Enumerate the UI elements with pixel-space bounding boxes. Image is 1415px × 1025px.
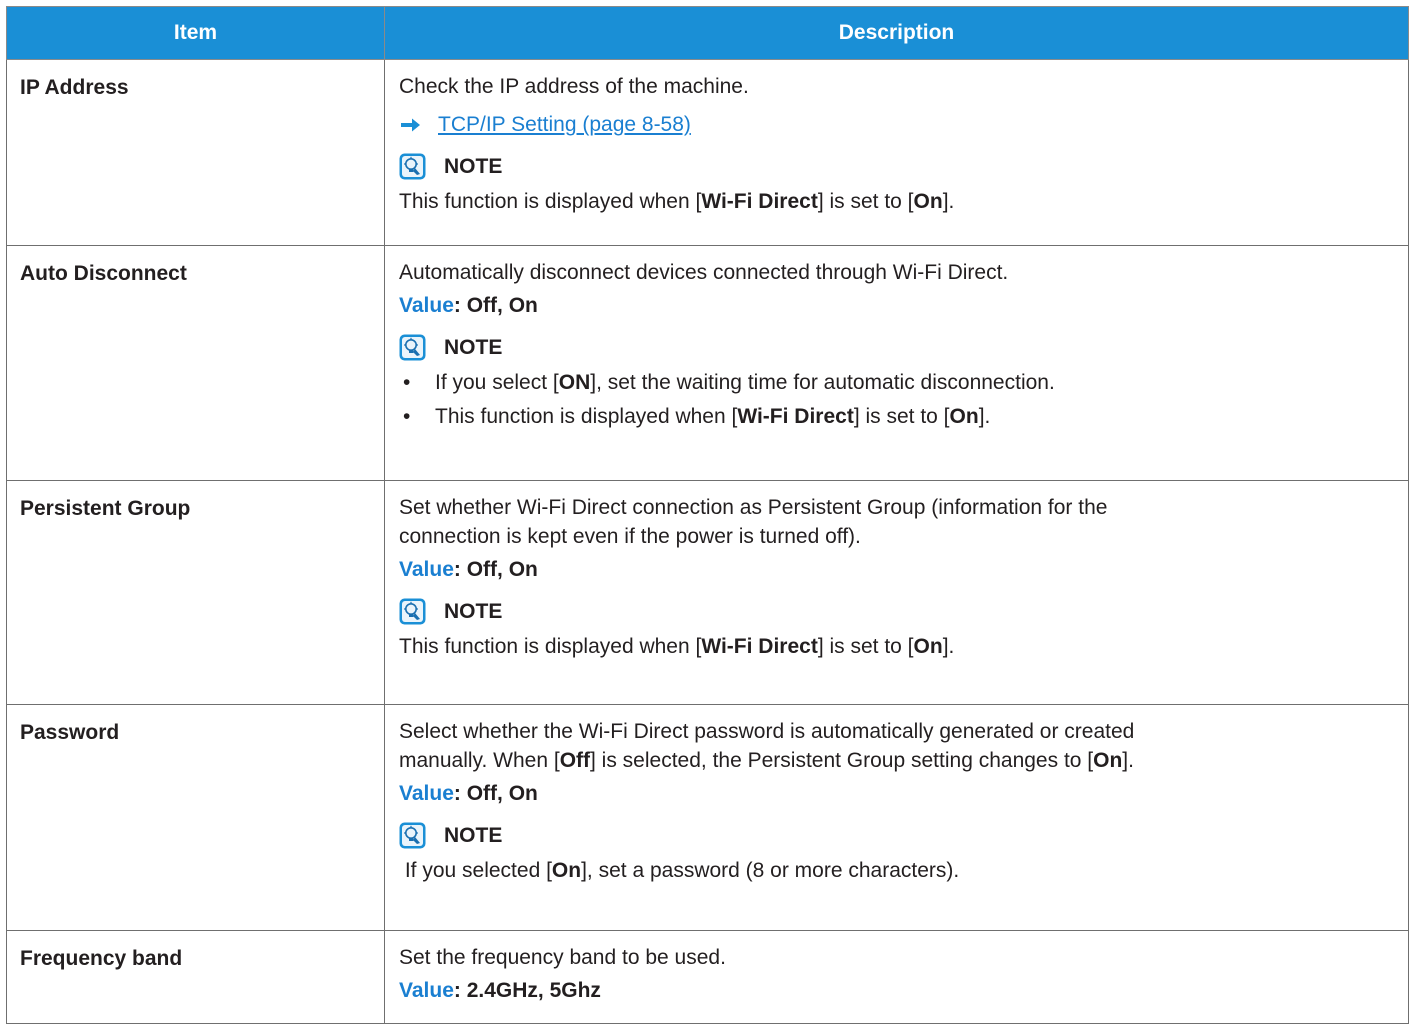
reference-line: TCP/IP Setting (page 8-58) — [399, 110, 1408, 139]
description-text: Automatically disconnect devices connect… — [399, 261, 1009, 284]
note-bullet: • If you select [ON], set the waiting ti… — [399, 368, 1408, 397]
table-row-ip-address: IP Address Check the IP address of the m… — [6, 59, 1409, 246]
description-cell-frequency-band: Set the frequency band to be used. Value… — [384, 930, 1409, 1024]
note-title: NOTE — [444, 824, 503, 847]
note-title: NOTE — [444, 155, 503, 178]
settings-table: Item Description IP Address Check the IP… — [6, 6, 1409, 1024]
note-heading: NOTE — [399, 597, 1408, 626]
note-title: NOTE — [444, 600, 503, 623]
description-text-line-1: Set whether Wi-Fi Direct connection as P… — [399, 496, 1108, 519]
lightbulb-note-icon — [399, 598, 426, 625]
description-cell-password: Select whether the Wi-Fi Direct password… — [384, 704, 1409, 931]
right-arrow-icon — [401, 118, 420, 132]
description-cell-ip-address: Check the IP address of the machine. TCP… — [384, 59, 1409, 246]
note-text: This function is displayed when [Wi-Fi D… — [399, 190, 955, 213]
value-line: Value: Off, On — [399, 558, 538, 581]
bullet-marker: • — [403, 405, 411, 428]
item-cell-frequency-band: Frequency band — [6, 930, 385, 1024]
bullet-marker: • — [403, 371, 411, 394]
table-row-persistent-group: Persistent Group Set whether Wi-Fi Direc… — [6, 480, 1409, 705]
item-cell-ip-address: IP Address — [6, 59, 385, 246]
table-header-row: Item Description — [6, 6, 1409, 60]
note-heading: NOTE — [399, 821, 1408, 850]
description-text: Check the IP address of the machine. — [399, 75, 749, 98]
lightbulb-note-icon — [399, 334, 426, 361]
note-heading: NOTE — [399, 333, 1408, 362]
value-line: Value: 2.4GHz, 5Ghz — [399, 979, 601, 1002]
description-text-line-1: Select whether the Wi-Fi Direct password… — [399, 720, 1135, 743]
table-row-auto-disconnect: Auto Disconnect Automatically disconnect… — [6, 245, 1409, 481]
description-text-line-2: connection is kept even if the power is … — [399, 525, 861, 548]
table-row-password: Password Select whether the Wi-Fi Direct… — [6, 704, 1409, 931]
lightbulb-note-icon — [399, 153, 426, 180]
description-cell-auto-disconnect: Automatically disconnect devices connect… — [384, 245, 1409, 481]
description-text-line-2: manually. When [Off] is selected, the Pe… — [399, 749, 1134, 772]
description-text: Set the frequency band to be used. — [399, 946, 726, 969]
note-text: This function is displayed when [Wi-Fi D… — [399, 635, 955, 658]
description-cell-persistent-group: Set whether Wi-Fi Direct connection as P… — [384, 480, 1409, 705]
note-bullet: • This function is displayed when [Wi-Fi… — [399, 402, 1408, 431]
value-line: Value: Off, On — [399, 294, 538, 317]
note-title: NOTE — [444, 336, 503, 359]
value-line: Value: Off, On — [399, 782, 538, 805]
item-cell-auto-disconnect: Auto Disconnect — [6, 245, 385, 481]
table-row-frequency-band: Frequency band Set the frequency band to… — [6, 930, 1409, 1024]
bullet-text: This function is displayed when [Wi-Fi D… — [435, 405, 991, 428]
note-heading: NOTE — [399, 152, 1408, 181]
item-cell-password: Password — [6, 704, 385, 931]
tcp-ip-setting-link[interactable]: TCP/IP Setting (page 8-58) — [438, 110, 691, 139]
note-text: If you selected [On], set a password (8 … — [399, 859, 960, 882]
item-cell-persistent-group: Persistent Group — [6, 480, 385, 705]
bullet-text: If you select [ON], set the waiting time… — [435, 371, 1055, 394]
column-header-description: Description — [384, 6, 1409, 60]
column-header-item: Item — [6, 6, 385, 60]
lightbulb-note-icon — [399, 822, 426, 849]
